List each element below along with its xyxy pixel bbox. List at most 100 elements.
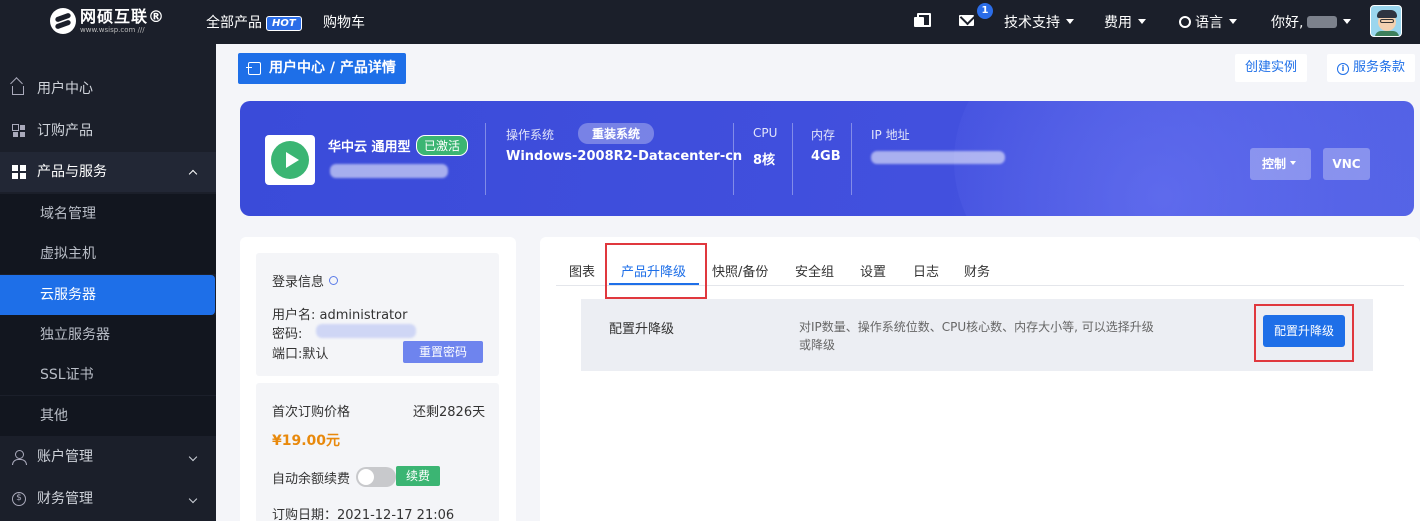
user-menu[interactable]: 你好,	[1271, 12, 1352, 32]
os-value: Windows-2008R2-Datacenter-cn	[506, 149, 743, 164]
auto-renew-toggle[interactable]	[356, 467, 396, 487]
server-name: 华中云 通用型	[328, 140, 411, 155]
mail-icon[interactable]	[959, 15, 974, 26]
tab-snapshot-backup[interactable]: 快照/备份	[712, 261, 768, 280]
server-banner: 华中云 通用型 已激活 操作系统 重装系统 Windows-2008R2-Dat…	[240, 101, 1414, 216]
tab-settings[interactable]: 设置	[860, 261, 886, 280]
brand-logo[interactable]: 网硕互联® www.wsisp.com ///	[50, 8, 165, 34]
caret-down-icon	[1229, 19, 1237, 24]
tab-chart[interactable]: 图表	[569, 261, 595, 280]
tab-security-group[interactable]: 安全组	[795, 261, 834, 280]
caret-down-icon	[1343, 19, 1352, 24]
sidebar-sub-dedicated-servers[interactable]: 独立服务器	[0, 315, 216, 355]
billing-label: 费用	[1104, 15, 1132, 31]
first-price-label: 首次订购价格	[272, 405, 351, 420]
ip-label: IP 地址	[871, 128, 910, 142]
create-instance-button[interactable]: 创建实例	[1235, 54, 1308, 82]
copy-icon[interactable]	[914, 13, 931, 27]
port-label: 端口:	[272, 347, 303, 362]
port-value: 默认	[302, 347, 329, 362]
caret-down-icon	[1290, 161, 1297, 165]
message-count-badge: 1	[977, 3, 993, 19]
status-badge: 已激活	[416, 135, 469, 156]
auto-renew-label: 自动余额续费	[272, 472, 351, 487]
service-terms-label: 服务条款	[1353, 60, 1406, 75]
sidebar-sub-virtual-hosting[interactable]: 虚拟主机	[0, 234, 216, 274]
password-label: 密码:	[272, 327, 303, 342]
reinstall-os-button[interactable]: 重装系统	[578, 123, 655, 144]
login-info-label: 登录信息	[272, 275, 325, 290]
tech-support-menu[interactable]: 技术支持	[1004, 12, 1074, 32]
upgrade-title: 配置升降级	[609, 322, 675, 337]
sidebar-item-label: 账户管理	[37, 449, 93, 465]
username-label: 用户名:	[272, 308, 316, 323]
sidebar-item-label: 订购产品	[37, 123, 93, 139]
upgrade-description: 对IP数量、操作系统位数、CPU核心数、内存大小等, 可以选择升级或降级	[799, 320, 1154, 352]
logo-icon	[50, 8, 76, 34]
sidebar-item-user-center[interactable]: 用户中心	[0, 69, 216, 109]
tab-finance[interactable]: 财务	[964, 261, 990, 280]
password-redacted[interactable]	[316, 324, 416, 338]
sidebar-item-finance[interactable]: $ 财务管理	[0, 479, 216, 519]
login-icon	[246, 62, 261, 75]
sidebar-item-account[interactable]: 账户管理	[0, 437, 216, 477]
hostname-redacted	[330, 164, 448, 178]
grid-icon	[12, 124, 26, 138]
memory-value: 4GB	[811, 149, 841, 164]
ip-address-redacted	[871, 151, 1005, 164]
login-info-title: 登录信息	[272, 271, 339, 290]
info-icon: i	[1337, 63, 1349, 75]
chevron-down-icon	[188, 452, 198, 462]
nav-all-products[interactable]: 全部产品 HOT	[206, 12, 302, 32]
user-icon	[12, 450, 27, 465]
home-icon	[12, 86, 24, 95]
breadcrumb[interactable]: 用户中心 / 产品详情	[238, 53, 406, 84]
sidebar-sub-domains[interactable]: 域名管理	[0, 194, 216, 234]
sidebar-item-order-products[interactable]: 订购产品	[0, 111, 216, 151]
caret-down-icon	[1138, 19, 1146, 24]
chevron-down-icon	[188, 494, 198, 504]
caret-down-icon	[1066, 19, 1074, 24]
login-info-panel: 登录信息 用户名: administrator 密码: 端口:默认 重置密码	[256, 253, 499, 376]
user-icon	[329, 276, 339, 285]
hot-badge: HOT	[266, 16, 302, 31]
sidebar-sub-cloud-servers[interactable]: 云服务器	[0, 275, 215, 315]
sidebar: 用户中心 订购产品 产品与服务 域名管理 虚拟主机 云服务器 独立服务器 SSL…	[0, 44, 216, 521]
globe-icon	[1179, 16, 1191, 28]
billing-menu[interactable]: 费用	[1104, 12, 1146, 32]
configure-upgrade-button[interactable]: 配置升降级	[1263, 315, 1345, 347]
tab-logs[interactable]: 日志	[913, 261, 939, 280]
play-icon	[271, 141, 309, 179]
control-dropdown-button[interactable]: 控制	[1250, 148, 1311, 180]
sidebar-item-products-services[interactable]: 产品与服务	[0, 152, 216, 192]
cpu-value: 8核	[753, 153, 776, 168]
greeting-label: 你好,	[1271, 15, 1304, 31]
cpu-label: CPU	[753, 126, 778, 140]
nav-cart[interactable]: 购物车	[323, 12, 365, 32]
grid-filled-icon	[12, 165, 26, 179]
logo-name: 网硕互联®	[80, 6, 166, 26]
port-row: 端口:默认	[272, 343, 328, 362]
username-redacted	[1307, 16, 1338, 28]
renew-button[interactable]: 续费	[396, 466, 441, 486]
logo-url: www.wsisp.com ///	[80, 25, 145, 34]
control-label: 控制	[1262, 157, 1287, 171]
vnc-button[interactable]: VNC	[1323, 148, 1370, 180]
sidebar-sub-ssl[interactable]: SSL证书	[0, 355, 216, 395]
username-value[interactable]: administrator	[320, 308, 408, 323]
service-terms-button[interactable]: i 服务条款	[1327, 54, 1416, 82]
nav-all-products-label: 全部产品	[206, 15, 262, 31]
reset-password-button[interactable]: 重置密码	[403, 341, 483, 363]
sidebar-sub-other[interactable]: 其他	[0, 396, 216, 436]
price-value: ¥19.00元	[272, 433, 341, 449]
remaining-days: 还剩2826天	[413, 405, 486, 420]
avatar[interactable]	[1370, 5, 1402, 37]
username-row: 用户名: administrator	[272, 304, 407, 323]
language-label: 语言	[1195, 15, 1223, 31]
sidebar-item-label: 财务管理	[37, 491, 93, 507]
sidebar-item-label: 用户中心	[37, 81, 93, 97]
chevron-up-icon	[188, 169, 198, 179]
sidebar-item-label: 产品与服务	[37, 164, 107, 180]
detail-tabs-card: 图表 产品升降级 快照/备份 安全组 设置 日志 财务 配置升降级 对IP数量、…	[540, 237, 1420, 521]
language-menu[interactable]: 语言	[1179, 12, 1237, 32]
